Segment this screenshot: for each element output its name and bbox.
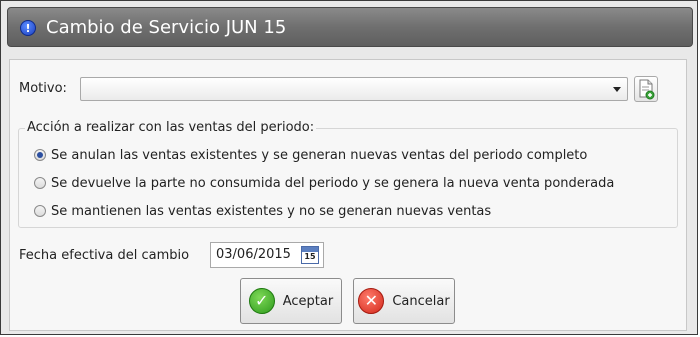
radio-option-devolver[interactable]: Se devuelve la parte no consumida del pe…	[34, 174, 614, 192]
radio-button[interactable]	[34, 177, 46, 189]
radio-option-label: Se devuelve la parte no consumida del pe…	[51, 175, 615, 191]
cancel-button[interactable]: ✕ Cancelar	[353, 278, 455, 324]
title-bar[interactable]: ! Cambio de Servicio JUN 15	[7, 7, 693, 47]
motivo-label: Motivo:	[19, 81, 67, 96]
document-add-button[interactable]	[634, 76, 658, 102]
radio-button-selected[interactable]	[34, 149, 46, 161]
document-add-icon	[639, 79, 655, 100]
close-icon: ✕	[358, 288, 385, 314]
radio-option-mantener[interactable]: Se mantienen las ventas existentes y no …	[34, 202, 491, 220]
dialog-window: ! Cambio de Servicio JUN 15 Motivo: Acci…	[0, 0, 698, 335]
radio-option-anular[interactable]: Se anulan las ventas existentes y se gen…	[34, 146, 587, 164]
accept-label: Aceptar	[282, 293, 334, 309]
accept-button[interactable]: ✓ Aceptar	[240, 278, 342, 324]
fecha-value[interactable]: 03/06/2015	[216, 247, 291, 262]
dialog-content: Motivo: Acción a realizar con las ventas…	[9, 59, 687, 331]
cancel-label: Cancelar	[392, 293, 450, 309]
window-title: Cambio de Servicio JUN 15	[46, 17, 287, 38]
checkmark-icon: ✓	[248, 288, 275, 314]
accion-group-label: Acción a realizar con las ventas del per…	[25, 120, 317, 135]
calendar-icon[interactable]: 15	[301, 246, 319, 264]
calendar-day: 15	[304, 252, 316, 261]
fecha-date-picker[interactable]: 03/06/2015 15	[210, 242, 324, 268]
chevron-down-icon	[613, 87, 621, 92]
radio-option-label: Se anulan las ventas existentes y se gen…	[51, 147, 588, 163]
motivo-select[interactable]	[80, 77, 628, 101]
accion-group: Acción a realizar con las ventas del per…	[18, 120, 678, 228]
radio-button[interactable]	[34, 205, 46, 217]
info-icon: !	[20, 20, 36, 36]
fecha-label: Fecha efectiva del cambio	[19, 248, 190, 263]
radio-option-label: Se mantienen las ventas existentes y no …	[51, 203, 492, 219]
